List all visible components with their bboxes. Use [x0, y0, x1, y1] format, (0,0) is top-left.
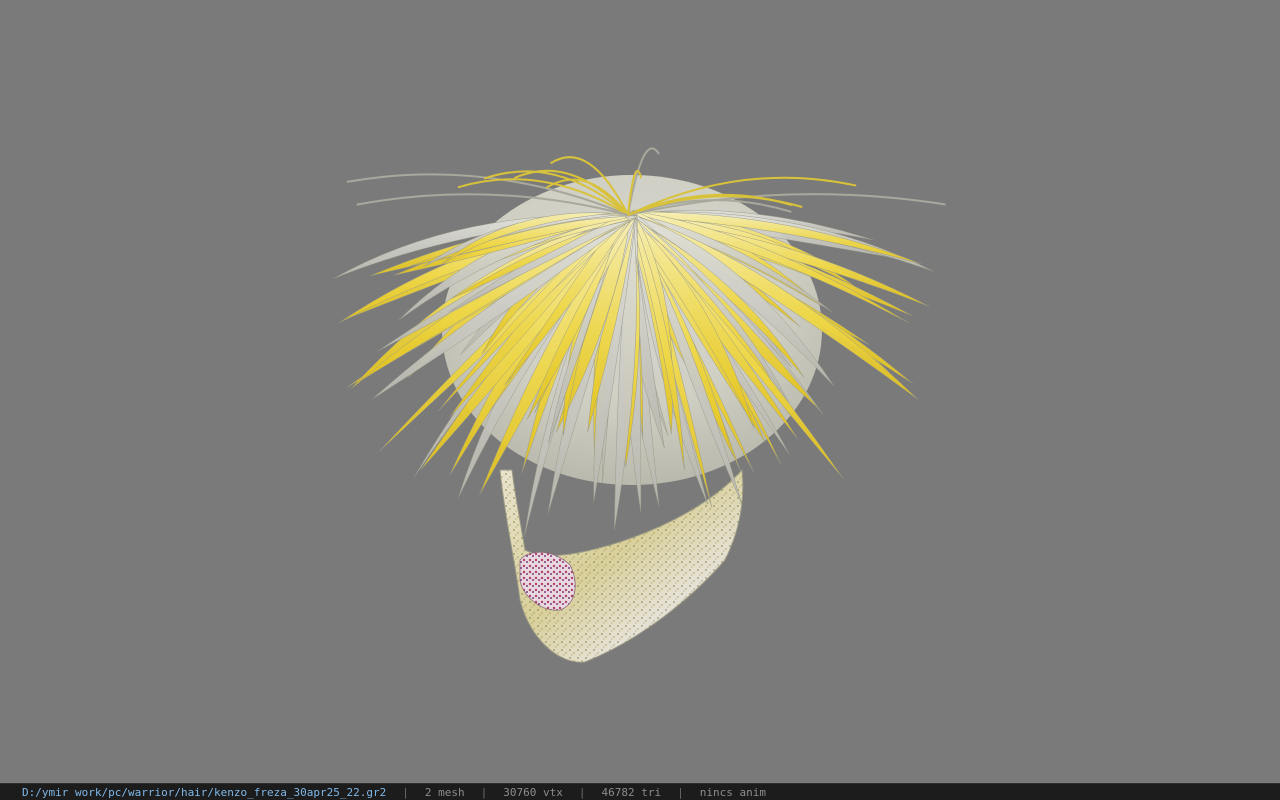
- anim-status: nincs anim: [699, 785, 766, 799]
- status-bar: D:/ymir work/pc/warrior/hair/kenzo_freza…: [0, 783, 1280, 800]
- triangle-count: 46782 tri: [601, 785, 662, 799]
- 3d-viewport[interactable]: [0, 0, 1280, 783]
- separator: |: [402, 785, 409, 799]
- separator: |: [677, 785, 684, 799]
- mesh-count: 2 mesh: [424, 785, 465, 799]
- separator: |: [480, 785, 488, 799]
- hair-model-render: [333, 147, 946, 663]
- vertex-count: 30760 vtx: [503, 785, 563, 799]
- file-path: D:/ymir work/pc/warrior/hair/kenzo_freza…: [22, 785, 387, 799]
- separator: |: [578, 785, 586, 799]
